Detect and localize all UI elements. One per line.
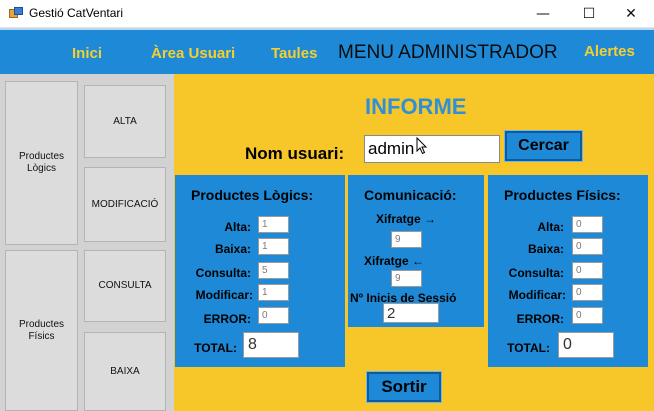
- nom-usuari-input[interactable]: admin: [364, 135, 500, 163]
- comunicacio-title: Comunicació:: [364, 187, 457, 203]
- nom-usuari-label: Nom usuari:: [245, 144, 345, 163]
- logics-alta-label: Alta:: [224, 220, 251, 234]
- productes-logics-panel: Productes Lògics: Alta: 1 Baixa: 1 Consu…: [175, 175, 345, 367]
- maximize-button[interactable]: ☐: [566, 0, 612, 28]
- alta-label: ALTA: [113, 115, 137, 127]
- comunicacio-panel: Comunicació: Xifratge → 9 Xifratge ← 9 N…: [348, 175, 484, 327]
- logics-baixa-label: Baixa:: [214, 242, 251, 256]
- productes-logics-label-1: Productes: [18, 151, 65, 162]
- fisics-consulta-field[interactable]: 0: [572, 262, 603, 279]
- baixa-label: BAIXA: [110, 365, 140, 377]
- title-bar: Gestió CatVentari — ☐ ✕: [0, 0, 654, 28]
- fisics-total-label: TOTAL:: [507, 341, 550, 355]
- productes-logics-title: Productes Lògics:: [191, 187, 314, 203]
- modificacio-button[interactable]: MODIFICACIÓ: [84, 167, 166, 242]
- fisics-baixa-field[interactable]: 0: [572, 238, 603, 255]
- consulta-label: CONSULTA: [98, 280, 152, 291]
- productes-fisics-label-1: Productes: [18, 318, 65, 330]
- xifratge-left-field[interactable]: 9: [391, 270, 422, 287]
- app-icon: [9, 7, 23, 20]
- logics-alta-field[interactable]: 1: [258, 216, 289, 233]
- sidebar: Productes Lògics Productes Físics ALTA MOD…: [0, 74, 174, 411]
- fisics-alta-field[interactable]: 0: [572, 216, 603, 233]
- logics-consulta-label: Consulta:: [195, 266, 251, 280]
- fisics-modificar-field[interactable]: 0: [572, 284, 603, 301]
- menu-area-usuari[interactable]: Àrea Usuari: [151, 45, 235, 62]
- mouse-cursor-icon: [416, 137, 428, 155]
- menu-alertes[interactable]: Alertes: [584, 43, 635, 60]
- sortir-button[interactable]: Sortir: [366, 371, 442, 403]
- menu-bar: Inici Àrea Usuari Taules MENU ADMINISTRA…: [0, 28, 654, 74]
- logics-total-field[interactable]: 8: [243, 332, 299, 358]
- informe-area: INFORME Nom usuari: admin Cercar Product…: [174, 74, 654, 411]
- logics-baixa-field[interactable]: 1: [258, 238, 289, 255]
- alta-button[interactable]: ALTA: [84, 85, 166, 158]
- menu-inici[interactable]: Inici: [72, 45, 102, 62]
- logics-error-label: ERROR:: [203, 312, 251, 326]
- consulta-button[interactable]: CONSULTA: [84, 250, 166, 322]
- productes-fisics-panel: Productes Físics: Alta: 0 Baixa: 0 Consu…: [488, 175, 648, 367]
- logics-modificar-label: Modificar:: [195, 288, 253, 302]
- fisics-alta-label: Alta:: [537, 220, 564, 234]
- productes-logics-label-2: Lògics: [27, 163, 56, 174]
- fisics-consulta-label: Consulta:: [508, 266, 564, 280]
- minimize-button[interactable]: —: [520, 0, 566, 28]
- fisics-total-field[interactable]: 0: [558, 332, 614, 358]
- window-title: Gestió CatVentari: [29, 6, 124, 20]
- cercar-button[interactable]: Cercar: [504, 130, 583, 162]
- minimize-icon: —: [536, 6, 550, 22]
- productes-logics-button[interactable]: Productes Lògics: [5, 81, 78, 245]
- menu-taules[interactable]: Taules: [271, 45, 317, 62]
- productes-fisics-label-2: Físics: [28, 330, 55, 342]
- logics-consulta-field[interactable]: 5: [258, 262, 289, 279]
- fisics-error-field[interactable]: 0: [572, 307, 603, 324]
- xifratge-left-label: Xifratge ←: [364, 254, 425, 268]
- logics-error-field[interactable]: 0: [258, 307, 289, 324]
- menu-administrador-title: MENU ADMINISTRADOR: [338, 42, 558, 63]
- logics-modificar-field[interactable]: 1: [258, 284, 289, 301]
- fisics-error-label: ERROR:: [516, 312, 564, 326]
- close-button[interactable]: ✕: [608, 0, 654, 28]
- close-icon: ✕: [625, 6, 637, 22]
- productes-fisics-button[interactable]: Productes Físics: [5, 250, 78, 411]
- fisics-modificar-label: Modificar:: [508, 288, 566, 302]
- informe-title: INFORME: [365, 94, 467, 119]
- maximize-icon: ☐: [582, 6, 596, 22]
- productes-fisics-title: Productes Físics:: [504, 187, 621, 203]
- modificacio-label: MODIFICACIÓ: [91, 198, 159, 210]
- xifratge-right-label: Xifratge →: [376, 212, 437, 226]
- xifratge-right-field[interactable]: 9: [391, 231, 422, 248]
- inicis-sessio-field[interactable]: 2: [383, 303, 439, 323]
- fisics-baixa-label: Baixa:: [527, 242, 564, 256]
- baixa-button[interactable]: BAIXA: [84, 332, 166, 411]
- logics-total-label: TOTAL:: [194, 341, 237, 355]
